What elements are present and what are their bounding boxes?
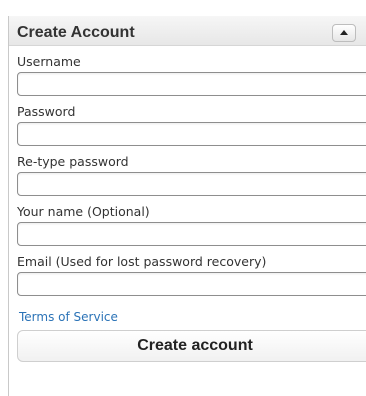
terms-of-service-link[interactable]: Terms of Service (19, 310, 366, 324)
your-name-label: Your name (Optional) (17, 204, 150, 219)
username-input[interactable] (17, 72, 366, 96)
password-label: Password (17, 104, 76, 119)
chevron-up-icon (340, 30, 348, 35)
username-label: Username (17, 54, 81, 69)
create-account-panel: Create Account Username Password Re-type… (8, 16, 366, 396)
panel-title: Create Account (17, 23, 135, 41)
create-account-button[interactable]: Create account (17, 330, 366, 362)
collapse-button[interactable] (332, 23, 356, 42)
panel-header: Create Account (9, 16, 366, 46)
email-label: Email (Used for lost password recovery) (17, 254, 267, 269)
retype-password-input[interactable] (17, 172, 366, 196)
your-name-input[interactable] (17, 222, 366, 246)
email-input[interactable] (17, 272, 366, 296)
password-input[interactable] (17, 122, 366, 146)
retype-password-label: Re-type password (17, 154, 129, 169)
